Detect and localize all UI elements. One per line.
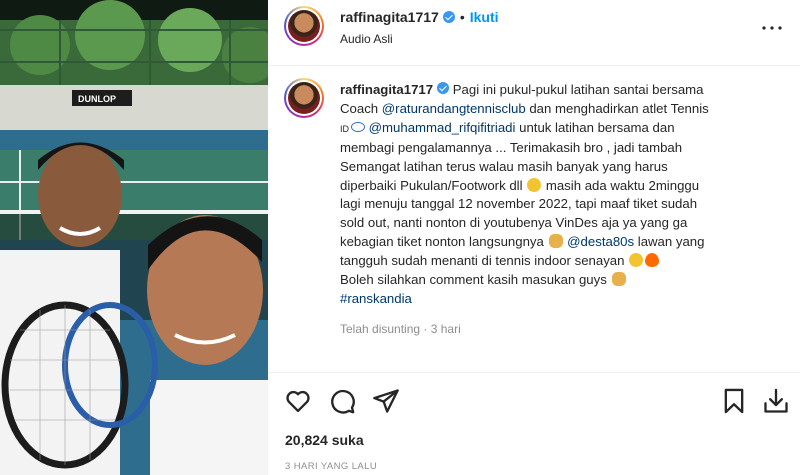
caption-text: Boleh silahkan comment kasih masukan guy… (340, 272, 607, 288)
caption-text: lagi menuju tanggal 12 november 2022, ta… (340, 196, 698, 212)
post-time[interactable]: 3 hari (431, 322, 461, 336)
pray-emoji-icon (611, 272, 626, 287)
post-caption: raffinagita1717 Pagi ini pukul-pukul lat… (340, 81, 790, 309)
grin-sweat-emoji-icon (527, 177, 542, 192)
fire-emoji-icon (645, 253, 660, 268)
pray-emoji-icon (548, 234, 563, 249)
heart-icon[interactable] (284, 387, 312, 415)
action-bar: 20,824 suka 3 HARI YANG LALU (268, 372, 800, 475)
caption-avatar[interactable] (284, 78, 324, 118)
mention-link[interactable]: @desta80s (567, 234, 634, 249)
verified-badge-icon (442, 11, 455, 23)
more-options-icon[interactable] (760, 16, 784, 40)
bookmark-icon[interactable] (720, 387, 748, 415)
post-date: 3 HARI YANG LALU (285, 461, 378, 472)
caption-text: sold out, nanti nonton di youtubenya Vin… (340, 215, 688, 231)
caption-text: Coach (340, 100, 382, 116)
post-detail-panel: raffinagita1717 • Ikuti Audio Asli raffi… (268, 0, 800, 475)
caption-text: diperbaiki Pukulan/Footwork dll (340, 177, 523, 193)
caption-text: kebagian tiket nonton langsungnya (340, 234, 548, 250)
caption-username[interactable]: raffinagita1717 (340, 82, 433, 97)
comment-icon[interactable] (328, 387, 356, 415)
caption-text: untuk latihan bersama dan (515, 119, 675, 135)
caption-text: Pagi ini pukul-pukul latihan santai bers… (452, 82, 704, 97)
caption-text: membagi pengalamannya ... Terimakasih br… (340, 139, 683, 155)
grimace-emoji-icon (629, 253, 644, 268)
caption-text: lawan yang (634, 234, 705, 250)
edited-meta: Telah disunting · 3 hari (340, 322, 461, 336)
follow-button[interactable]: Ikuti (470, 9, 499, 25)
verified-badge-icon (437, 82, 450, 94)
separator-dot: • (459, 9, 465, 25)
mention-link[interactable]: @raturandangtennisclub (382, 101, 526, 116)
author-username[interactable]: raffinagita1717 (340, 9, 439, 25)
caption-text: tangguh sudah menanti di tennis indoor s… (340, 253, 625, 269)
caption-text: dan menghadirkan atlet Tennis (525, 100, 709, 116)
avatar-image (288, 82, 320, 114)
download-icon[interactable] (762, 387, 790, 415)
likes-count[interactable]: 20,824 suka (285, 432, 364, 448)
post-header: raffinagita1717 • Ikuti Audio Asli (268, 0, 800, 66)
caption-text: ID (340, 123, 349, 134)
edited-label: Telah disunting (340, 322, 421, 336)
hashtag-link[interactable]: #ranskandia (340, 291, 412, 306)
caption-section: raffinagita1717 Pagi ini pukul-pukul lat… (268, 66, 800, 371)
author-avatar[interactable] (284, 6, 324, 46)
author-line: raffinagita1717 • Ikuti (340, 9, 499, 25)
audio-label[interactable]: Audio Asli (340, 32, 393, 46)
share-icon[interactable] (372, 387, 400, 415)
avatar-image (288, 10, 320, 42)
post-photo-illustration: DUNLOP (0, 0, 268, 475)
caption-text: masih ada waktu 2minggu (542, 177, 700, 193)
svg-text:DUNLOP: DUNLOP (78, 94, 116, 104)
meta-separator: · (423, 322, 428, 336)
tennis-racket-emoji-icon (351, 121, 365, 132)
mention-link[interactable]: @muhammad_rifqifitriadi (369, 120, 516, 135)
caption-text: Semangat latihan terus walau masih banya… (340, 158, 668, 174)
post-photo[interactable]: DUNLOP (0, 0, 268, 475)
